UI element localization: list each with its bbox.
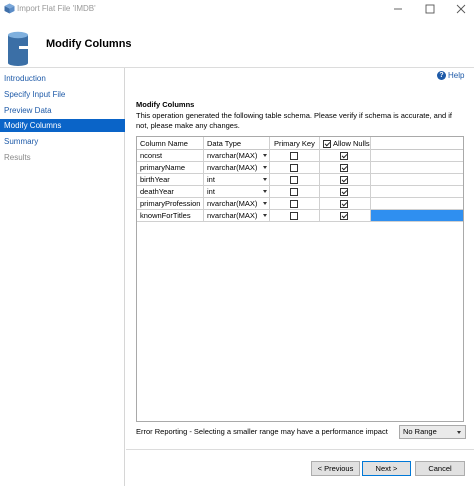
database-import-icon xyxy=(8,31,35,66)
window-title: Import Flat File 'IMDB' xyxy=(17,4,96,13)
data-type-select[interactable]: nvarchar(MAX) xyxy=(204,198,270,210)
table-row[interactable]: birthYear int xyxy=(137,174,463,186)
allow-nulls-all-checkbox[interactable] xyxy=(323,139,331,148)
close-icon[interactable] xyxy=(450,2,472,16)
previous-button[interactable]: < Previous xyxy=(311,461,360,476)
data-type-value: int xyxy=(207,187,215,196)
help-icon: ? xyxy=(437,71,446,80)
help-label: Help xyxy=(448,71,465,80)
header-data-type: Data Type xyxy=(204,137,270,150)
chevron-down-icon xyxy=(263,214,267,217)
allow-nulls-checkbox[interactable] xyxy=(340,164,348,172)
table-row[interactable]: deathYear int xyxy=(137,186,463,198)
primary-key-cell xyxy=(270,150,320,162)
primary-key-checkbox[interactable] xyxy=(290,200,298,208)
sidebar-item-introduction[interactable]: Introduction xyxy=(0,72,125,85)
primary-key-checkbox[interactable] xyxy=(290,176,298,184)
empty-cell xyxy=(371,198,463,210)
selected-cell[interactable] xyxy=(371,210,463,222)
empty-cell xyxy=(371,174,463,186)
sidebar-item-preview-data[interactable]: Preview Data xyxy=(0,104,125,117)
data-type-value: nvarchar(MAX) xyxy=(207,163,258,172)
app-icon xyxy=(4,3,15,14)
primary-key-cell xyxy=(270,186,320,198)
allow-nulls-cell xyxy=(320,198,371,210)
data-type-value: nvarchar(MAX) xyxy=(207,151,258,160)
primary-key-checkbox[interactable] xyxy=(290,212,298,220)
sidebar-item-specify-input-file[interactable]: Specify Input File xyxy=(0,88,125,101)
error-range-value: No Range xyxy=(403,427,437,436)
maximize-icon[interactable] xyxy=(419,2,441,16)
column-name-cell[interactable]: primaryProfession xyxy=(137,198,204,210)
chevron-down-icon xyxy=(263,202,267,205)
chevron-down-icon xyxy=(263,166,267,169)
column-name-cell[interactable]: knownForTitles xyxy=(137,210,204,222)
header-allow-nulls-label: Allow Nulls xyxy=(333,139,370,148)
section-title: Modify Columns xyxy=(136,100,195,109)
grid-header: Column Name Data Type Primary Key Allow … xyxy=(137,137,463,150)
allow-nulls-cell xyxy=(320,174,371,186)
primary-key-cell xyxy=(270,210,320,222)
chevron-down-icon xyxy=(263,190,267,193)
chevron-down-icon xyxy=(263,154,267,157)
cancel-button[interactable]: Cancel xyxy=(415,461,465,476)
allow-nulls-cell xyxy=(320,162,371,174)
header-primary-key: Primary Key xyxy=(270,137,320,150)
data-type-value: nvarchar(MAX) xyxy=(207,211,258,220)
wizard-header: Modify Columns xyxy=(0,18,474,68)
chevron-down-icon xyxy=(457,431,461,434)
table-row[interactable]: primaryName nvarchar(MAX) xyxy=(137,162,463,174)
error-range-select[interactable]: No Range xyxy=(399,425,466,439)
allow-nulls-checkbox[interactable] xyxy=(340,176,348,184)
allow-nulls-cell xyxy=(320,150,371,162)
data-type-select[interactable]: nvarchar(MAX) xyxy=(204,210,270,222)
data-type-select[interactable]: int xyxy=(204,174,270,186)
table-row[interactable]: nconst nvarchar(MAX) xyxy=(137,150,463,162)
allow-nulls-cell xyxy=(320,210,371,222)
sidebar-item-modify-columns[interactable]: Modify Columns xyxy=(0,119,125,132)
wizard-steps-sidebar: Introduction Specify Input File Preview … xyxy=(0,68,125,486)
footer-divider xyxy=(126,449,474,450)
primary-key-checkbox[interactable] xyxy=(290,164,298,172)
primary-key-checkbox[interactable] xyxy=(290,188,298,196)
data-type-select[interactable]: nvarchar(MAX) xyxy=(204,162,270,174)
page-heading: Modify Columns xyxy=(46,38,132,50)
allow-nulls-checkbox[interactable] xyxy=(340,200,348,208)
empty-cell xyxy=(371,150,463,162)
column-name-cell[interactable]: primaryName xyxy=(137,162,204,174)
allow-nulls-checkbox[interactable] xyxy=(340,152,348,160)
help-link[interactable]: ? Help xyxy=(437,71,464,80)
sidebar-item-results: Results xyxy=(4,153,31,162)
empty-cell xyxy=(371,162,463,174)
empty-cell xyxy=(371,186,463,198)
table-row[interactable]: primaryProfession nvarchar(MAX) xyxy=(137,198,463,210)
primary-key-cell xyxy=(270,198,320,210)
column-name-cell[interactable]: nconst xyxy=(137,150,204,162)
data-type-select[interactable]: nvarchar(MAX) xyxy=(204,150,270,162)
data-type-value: int xyxy=(207,175,215,184)
chevron-down-icon xyxy=(263,178,267,181)
header-column-name: Column Name xyxy=(137,137,204,150)
allow-nulls-cell xyxy=(320,186,371,198)
allow-nulls-checkbox[interactable] xyxy=(340,212,348,220)
column-name-cell[interactable]: deathYear xyxy=(137,186,204,198)
error-reporting-label: Error Reporting - Selecting a smaller ra… xyxy=(136,427,388,436)
primary-key-cell xyxy=(270,174,320,186)
section-description: This operation generated the following t… xyxy=(136,111,453,130)
primary-key-checkbox[interactable] xyxy=(290,152,298,160)
data-type-value: nvarchar(MAX) xyxy=(207,199,258,208)
allow-nulls-checkbox[interactable] xyxy=(340,188,348,196)
column-name-cell[interactable]: birthYear xyxy=(137,174,204,186)
data-type-select[interactable]: int xyxy=(204,186,270,198)
title-bar: Import Flat File 'IMDB' xyxy=(0,0,474,18)
table-row[interactable]: knownForTitles nvarchar(MAX) xyxy=(137,210,463,222)
sidebar-item-summary[interactable]: Summary xyxy=(0,135,125,148)
minimize-icon[interactable] xyxy=(387,2,409,16)
schema-grid[interactable]: Column Name Data Type Primary Key Allow … xyxy=(136,136,464,422)
header-allow-nulls: Allow Nulls xyxy=(320,137,371,150)
primary-key-cell xyxy=(270,162,320,174)
next-button[interactable]: Next > xyxy=(362,461,411,476)
